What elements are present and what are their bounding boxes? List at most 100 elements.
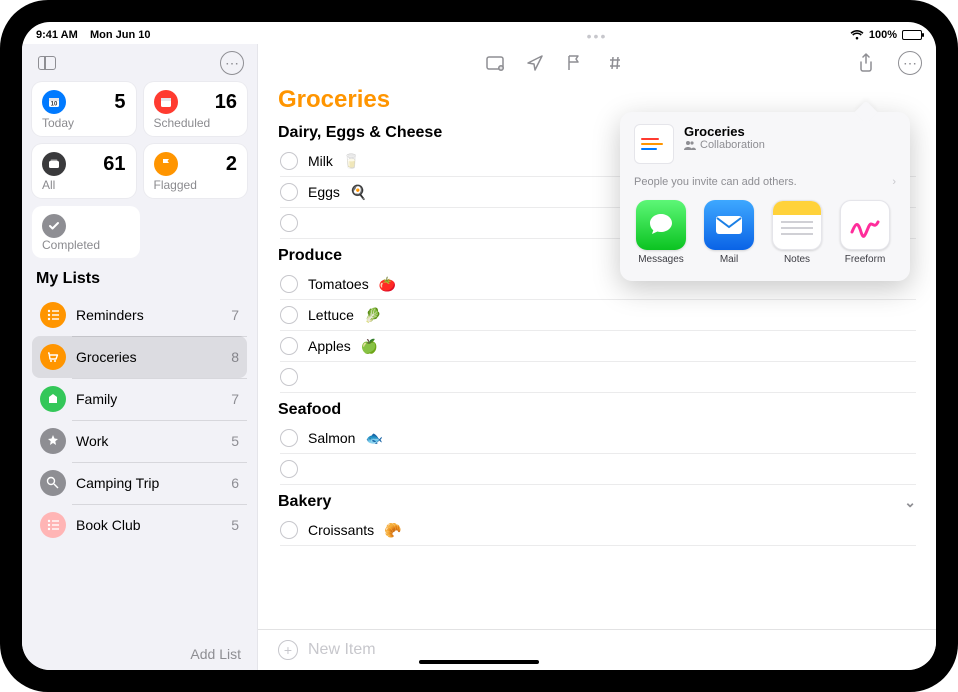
complete-toggle[interactable] bbox=[280, 337, 298, 355]
multitasking-dots-icon[interactable]: ••• bbox=[587, 28, 608, 44]
sidebar-list-work[interactable]: Work5 bbox=[32, 420, 247, 462]
complete-toggle[interactable] bbox=[280, 306, 298, 324]
smart-count: 61 bbox=[103, 153, 125, 176]
list-count: 8 bbox=[231, 349, 239, 365]
reminder-emoji: 🐟 bbox=[365, 430, 382, 447]
status-time-date: 9:41 AM Mon Jun 10 bbox=[36, 29, 151, 41]
sidebar-more-button[interactable]: ⋯ bbox=[219, 50, 245, 76]
battery-icon bbox=[902, 30, 922, 40]
complete-toggle[interactable] bbox=[280, 183, 298, 201]
section-title-text: Bakery bbox=[278, 493, 331, 511]
reminder-emoji: 🥬 bbox=[364, 307, 381, 324]
smart-label: Scheduled bbox=[154, 116, 238, 130]
share-sheet-subtitle: Collaboration bbox=[700, 139, 765, 151]
reminder-label: Tomatoes bbox=[308, 276, 369, 292]
chevron-down-icon: ⌄ bbox=[904, 494, 916, 511]
reminder-item[interactable]: Croissants 🥐 bbox=[280, 515, 916, 546]
status-time: 9:41 AM bbox=[36, 29, 78, 41]
share-invite-options-button[interactable]: People you invite can add others. › bbox=[630, 168, 900, 198]
my-lists-header: My Lists bbox=[32, 268, 247, 294]
people-icon bbox=[684, 140, 696, 150]
share-app-freeform[interactable]: Freeform bbox=[836, 200, 894, 265]
list-count: 7 bbox=[231, 391, 239, 407]
share-sheet-popover: Groceries Collaboration People you invit… bbox=[620, 112, 910, 281]
list-name: Family bbox=[76, 391, 221, 407]
smart-count: 16 bbox=[215, 91, 237, 114]
share-app-label: Messages bbox=[638, 254, 684, 265]
more-button[interactable]: ⋯ bbox=[898, 51, 920, 75]
section-header[interactable]: Seafood bbox=[278, 401, 916, 419]
sidebar-list-book-club[interactable]: Book Club5 bbox=[32, 504, 247, 546]
complete-toggle[interactable] bbox=[280, 429, 298, 447]
freeform-app-icon bbox=[840, 200, 890, 250]
ellipsis-circle-icon: ⋯ bbox=[220, 51, 244, 75]
section-title-text: Seafood bbox=[278, 401, 341, 419]
share-location-button[interactable] bbox=[526, 54, 548, 72]
reminder-item-empty[interactable] bbox=[280, 454, 916, 485]
chevron-right-icon: › bbox=[892, 176, 896, 188]
mail-app-icon bbox=[704, 200, 754, 250]
sidebar: ⋯ 105Today 16 Scheduled 61 All 2Flagged Compl… bbox=[22, 44, 258, 670]
list-name: Reminders bbox=[76, 307, 221, 323]
wifi-icon bbox=[850, 30, 864, 40]
sidebar-list-family[interactable]: Family 7 bbox=[32, 378, 247, 420]
section-header[interactable]: Bakery ⌄ bbox=[278, 493, 916, 511]
complete-toggle[interactable] bbox=[280, 214, 298, 232]
flag-button[interactable] bbox=[566, 54, 588, 72]
smart-card-completed[interactable]: Completed bbox=[32, 206, 140, 258]
sidebar-list-reminders[interactable]: Reminders 7 bbox=[32, 294, 247, 336]
new-item-button[interactable]: + New Item bbox=[258, 629, 936, 670]
ellipsis-circle-icon: ⋯ bbox=[898, 51, 922, 75]
sidebar-list-groceries[interactable]: Groceries8 bbox=[32, 336, 247, 378]
share-app-notes[interactable]: Notes bbox=[768, 200, 826, 265]
list-count: 7 bbox=[231, 307, 239, 323]
new-reminder-with-details-button[interactable] bbox=[486, 55, 508, 71]
messages-app-icon bbox=[636, 200, 686, 250]
smart-card-scheduled[interactable]: 16 Scheduled bbox=[144, 82, 248, 136]
new-item-label: New Item bbox=[308, 641, 376, 659]
complete-toggle[interactable] bbox=[280, 460, 298, 478]
reminder-label: Milk bbox=[308, 153, 333, 169]
svg-text:10: 10 bbox=[51, 102, 58, 108]
home-indicator[interactable] bbox=[419, 660, 539, 664]
checkmark-icon bbox=[42, 214, 66, 238]
reminder-emoji: 🍅 bbox=[379, 276, 396, 293]
complete-toggle[interactable] bbox=[280, 521, 298, 539]
sidebar-list-camping-trip[interactable]: Camping Trip6 bbox=[32, 462, 247, 504]
complete-toggle[interactable] bbox=[280, 368, 298, 386]
reminder-item-empty[interactable] bbox=[280, 362, 916, 393]
section-title-text: Dairy, Eggs & Cheese bbox=[278, 124, 442, 142]
app-body: ⋯ 105Today 16 Scheduled 61 All 2Flagged Compl… bbox=[22, 44, 936, 670]
flagged-icon bbox=[154, 152, 178, 176]
add-list-button[interactable]: Add List bbox=[32, 638, 247, 670]
all-icon bbox=[42, 152, 66, 176]
complete-toggle[interactable] bbox=[280, 275, 298, 293]
smart-card-today[interactable]: 105Today bbox=[32, 82, 136, 136]
list-icon bbox=[40, 512, 66, 538]
toggle-sidebar-button[interactable] bbox=[34, 50, 60, 76]
tag-button[interactable] bbox=[606, 54, 628, 72]
smart-label: Flagged bbox=[154, 178, 238, 192]
list-icon bbox=[40, 428, 66, 454]
complete-toggle[interactable] bbox=[280, 152, 298, 170]
my-lists: Reminders 7 Groceries8 Family 7 Work5Camping … bbox=[32, 294, 247, 638]
reminder-item[interactable]: Salmon 🐟 bbox=[280, 423, 916, 454]
share-sheet-title: Groceries bbox=[684, 124, 765, 139]
share-app-messages[interactable]: Messages bbox=[632, 200, 690, 265]
share-app-mail[interactable]: Mail bbox=[700, 200, 758, 265]
reminder-item[interactable]: Lettuce 🥬 bbox=[280, 300, 916, 331]
notes-app-icon bbox=[772, 200, 822, 250]
sidebar-icon bbox=[38, 56, 56, 70]
share-app-label: Freeform bbox=[845, 254, 886, 265]
share-apps-row: Messages MailNotes Freeform bbox=[630, 198, 900, 267]
smart-card-flagged[interactable]: 2Flagged bbox=[144, 144, 248, 198]
screen: 9:41 AM Mon Jun 10 100% ⋯ 105Today16Sch bbox=[22, 22, 936, 670]
list-icon bbox=[40, 302, 66, 328]
reminder-emoji: 🥛 bbox=[343, 153, 360, 170]
share-button[interactable] bbox=[858, 53, 880, 73]
smart-label: All bbox=[42, 178, 126, 192]
completed-label: Completed bbox=[42, 238, 130, 252]
smart-card-all[interactable]: 61 All bbox=[32, 144, 136, 198]
list-name: Work bbox=[76, 433, 221, 449]
reminder-item[interactable]: Apples 🍏 bbox=[280, 331, 916, 362]
